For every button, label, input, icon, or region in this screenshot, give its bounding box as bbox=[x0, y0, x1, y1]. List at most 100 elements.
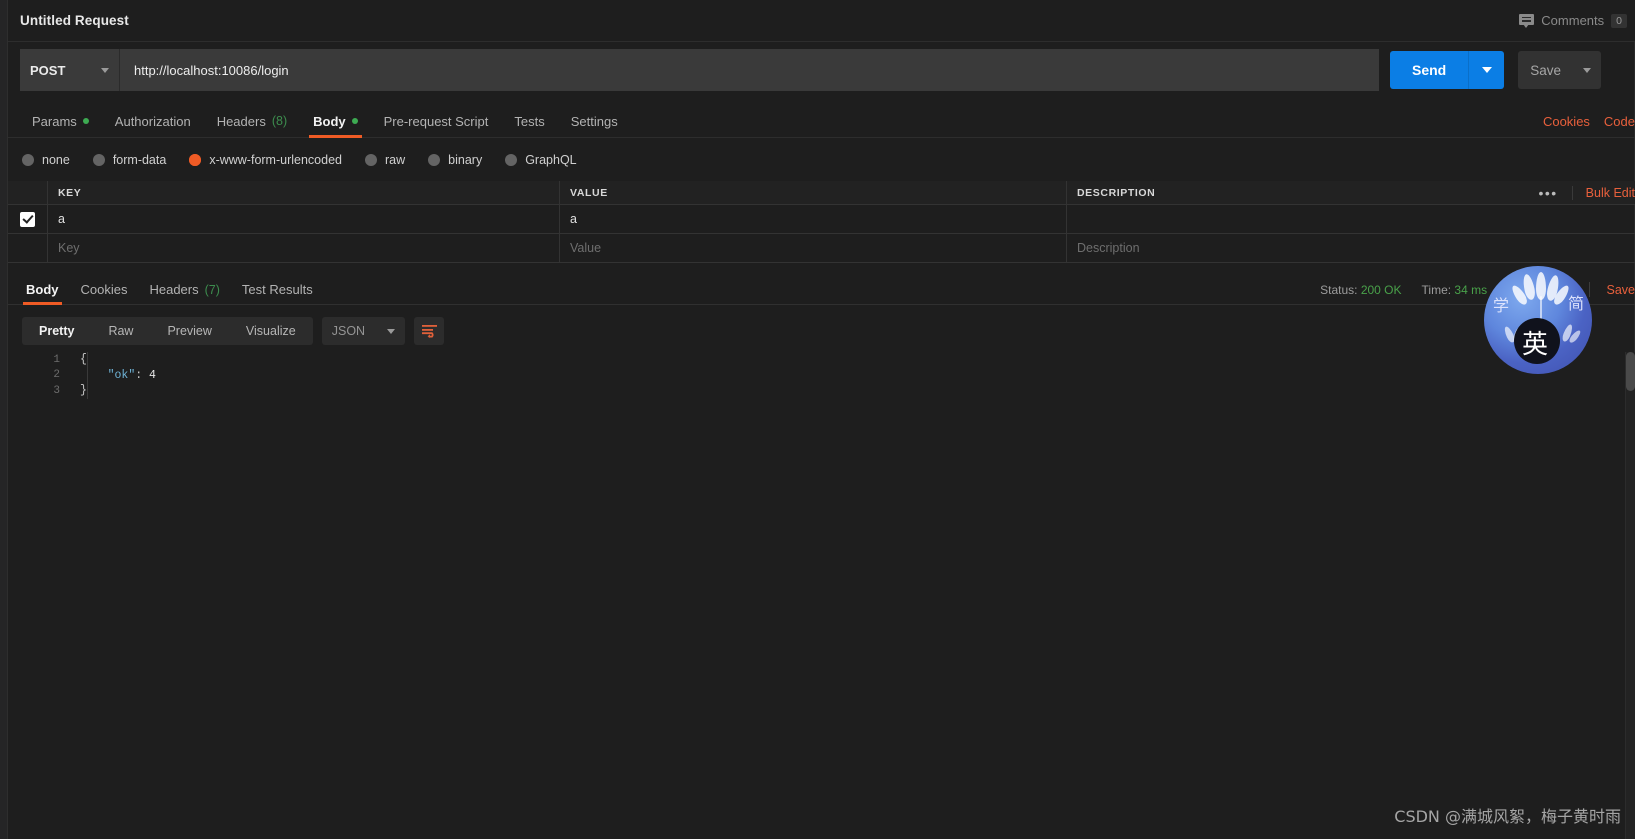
json-key: "ok" bbox=[107, 368, 136, 382]
view-pretty[interactable]: Pretty bbox=[22, 317, 91, 345]
line-number: 2 bbox=[53, 369, 60, 382]
response-scrollbar-track[interactable] bbox=[1626, 352, 1635, 839]
view-raw[interactable]: Raw bbox=[91, 317, 150, 345]
response-tab-cookies[interactable]: Cookies bbox=[70, 275, 139, 304]
tab-label: Tests bbox=[514, 113, 545, 129]
body-type-binary[interactable]: binary bbox=[428, 153, 482, 167]
header-key-cell: KEY bbox=[48, 181, 560, 204]
response-tab-body[interactable]: Body bbox=[15, 275, 70, 305]
response-tab-bar: Body Cookies Headers (7) Test Results St… bbox=[8, 275, 1635, 305]
empty-value-cell[interactable]: Value bbox=[560, 234, 1067, 262]
tab-params[interactable]: Params bbox=[19, 105, 102, 137]
code-text: "ok": 4 bbox=[72, 369, 156, 382]
radio-icon-selected bbox=[189, 153, 202, 166]
body-type-none[interactable]: none bbox=[22, 153, 70, 167]
request-titlebar: Untitled Request Comments 0 bbox=[8, 0, 1635, 42]
row-enabled-checkbox[interactable] bbox=[20, 211, 35, 227]
code-link[interactable]: Code bbox=[1604, 114, 1635, 129]
row-value-cell[interactable]: a bbox=[560, 205, 1067, 233]
value-placeholder: Value bbox=[570, 241, 602, 255]
empty-checkbox-cell bbox=[8, 234, 48, 262]
radio-icon bbox=[22, 153, 34, 166]
body-type-x-www-form-urlencoded[interactable]: x-www-form-urlencoded bbox=[189, 153, 342, 167]
send-button-group: Send bbox=[1390, 51, 1505, 89]
modified-dot-icon bbox=[351, 118, 358, 124]
code-line: 2 "ok": 4 bbox=[8, 368, 1635, 384]
radio-icon bbox=[92, 153, 105, 166]
header-checkbox-cell bbox=[8, 181, 48, 204]
cookies-link[interactable]: Cookies bbox=[1543, 114, 1590, 129]
tab-authorization[interactable]: Authorization bbox=[102, 105, 204, 137]
chevron-down-icon bbox=[387, 328, 396, 334]
radio-icon bbox=[505, 153, 518, 166]
code-text: { bbox=[80, 353, 87, 367]
column-header-value: VALUE bbox=[570, 186, 608, 199]
url-input[interactable]: http://localhost:10086/login bbox=[120, 49, 1379, 91]
meta-divider bbox=[1588, 282, 1590, 297]
response-tab-test-results[interactable]: Test Results bbox=[231, 275, 324, 304]
response-format-select[interactable]: JSON bbox=[321, 317, 406, 345]
word-wrap-button[interactable] bbox=[414, 317, 445, 345]
format-label: JSON bbox=[331, 324, 366, 338]
response-body-code[interactable]: 1 { 2 "ok": 4 3 } bbox=[8, 352, 1635, 839]
tab-settings[interactable]: Settings bbox=[558, 105, 631, 137]
table-row: a a bbox=[8, 205, 1635, 234]
json-colon: : bbox=[135, 368, 150, 382]
code-line: 1 { bbox=[8, 352, 1635, 368]
description-placeholder: Description bbox=[1077, 241, 1140, 255]
response-tab-headers[interactable]: Headers (7) bbox=[138, 275, 230, 304]
radio-label: x-www-form-urlencoded bbox=[209, 152, 342, 167]
more-options-icon[interactable]: ••• bbox=[1524, 185, 1573, 200]
tab-pre-request-script[interactable]: Pre-request Script bbox=[371, 105, 502, 137]
save-button-group: Save bbox=[1518, 51, 1602, 89]
time-badge: Time: 34 ms bbox=[1422, 283, 1488, 297]
bulk-edit-button[interactable]: Bulk Edit bbox=[1573, 186, 1635, 200]
save-options-button[interactable] bbox=[1573, 51, 1602, 89]
tab-label: Headers bbox=[216, 113, 266, 129]
view-preview[interactable]: Preview bbox=[150, 317, 228, 345]
body-type-form-data[interactable]: form-data bbox=[92, 153, 166, 167]
row-key-value: a bbox=[58, 212, 65, 226]
tab-label: Test Results bbox=[241, 282, 313, 297]
radio-icon bbox=[428, 153, 441, 166]
view-visualize[interactable]: Visualize bbox=[229, 317, 313, 345]
send-options-button[interactable] bbox=[1468, 51, 1505, 89]
response-view-toolbar: Pretty Raw Preview Visualize JSON bbox=[8, 316, 1635, 346]
radio-icon bbox=[365, 153, 377, 166]
body-type-raw[interactable]: raw bbox=[365, 153, 405, 167]
logo-char-left: 学 bbox=[1493, 296, 1510, 315]
postman-window: Untitled Request Comments 0 POST http://… bbox=[0, 0, 1635, 839]
body-type-radio-group: none form-data x-www-form-urlencoded raw… bbox=[8, 146, 1635, 173]
tab-label: Body bbox=[26, 282, 59, 297]
send-button[interactable]: Send bbox=[1390, 51, 1469, 89]
code-text: } bbox=[80, 384, 87, 398]
save-response-button[interactable]: Save bbox=[1607, 283, 1635, 297]
table-row-empty: Key Value Description bbox=[8, 234, 1635, 263]
tab-body[interactable]: Body bbox=[300, 105, 371, 138]
row-description-cell[interactable] bbox=[1067, 205, 1635, 233]
time-value: 34 ms bbox=[1454, 282, 1488, 297]
empty-key-cell[interactable]: Key bbox=[48, 234, 560, 262]
word-wrap-icon bbox=[421, 324, 437, 338]
body-type-graphql[interactable]: GraphQL bbox=[505, 153, 577, 167]
empty-description-cell[interactable]: Description bbox=[1067, 234, 1635, 262]
row-checkbox-cell bbox=[8, 205, 48, 233]
tab-headers[interactable]: Headers (8) bbox=[204, 105, 300, 137]
header-description-cell: DESCRIPTION ••• Bulk Edit bbox=[1067, 181, 1635, 204]
save-button[interactable]: Save bbox=[1518, 51, 1574, 89]
comments-button[interactable]: Comments 0 bbox=[1519, 13, 1627, 28]
response-scrollbar-thumb[interactable] bbox=[1626, 352, 1635, 391]
tab-label: Settings bbox=[570, 113, 618, 129]
http-method-select[interactable]: POST bbox=[20, 49, 120, 91]
header-value-cell: VALUE bbox=[560, 181, 1067, 204]
overlay-logo: 学 简 英 bbox=[1484, 266, 1592, 374]
request-tab-bar: Params Authorization Headers (8) Body Pr… bbox=[8, 105, 1635, 138]
logo-char-right: 简 bbox=[1568, 294, 1585, 313]
tab-count: (8) bbox=[271, 114, 288, 128]
tab-label: Body bbox=[313, 113, 346, 129]
comments-label: Comments bbox=[1541, 13, 1605, 28]
json-value: 4 bbox=[149, 368, 156, 382]
row-key-cell[interactable]: a bbox=[48, 205, 560, 233]
tab-tests[interactable]: Tests bbox=[501, 105, 557, 137]
table-header-row: KEY VALUE DESCRIPTION ••• Bulk Edit bbox=[8, 181, 1635, 205]
